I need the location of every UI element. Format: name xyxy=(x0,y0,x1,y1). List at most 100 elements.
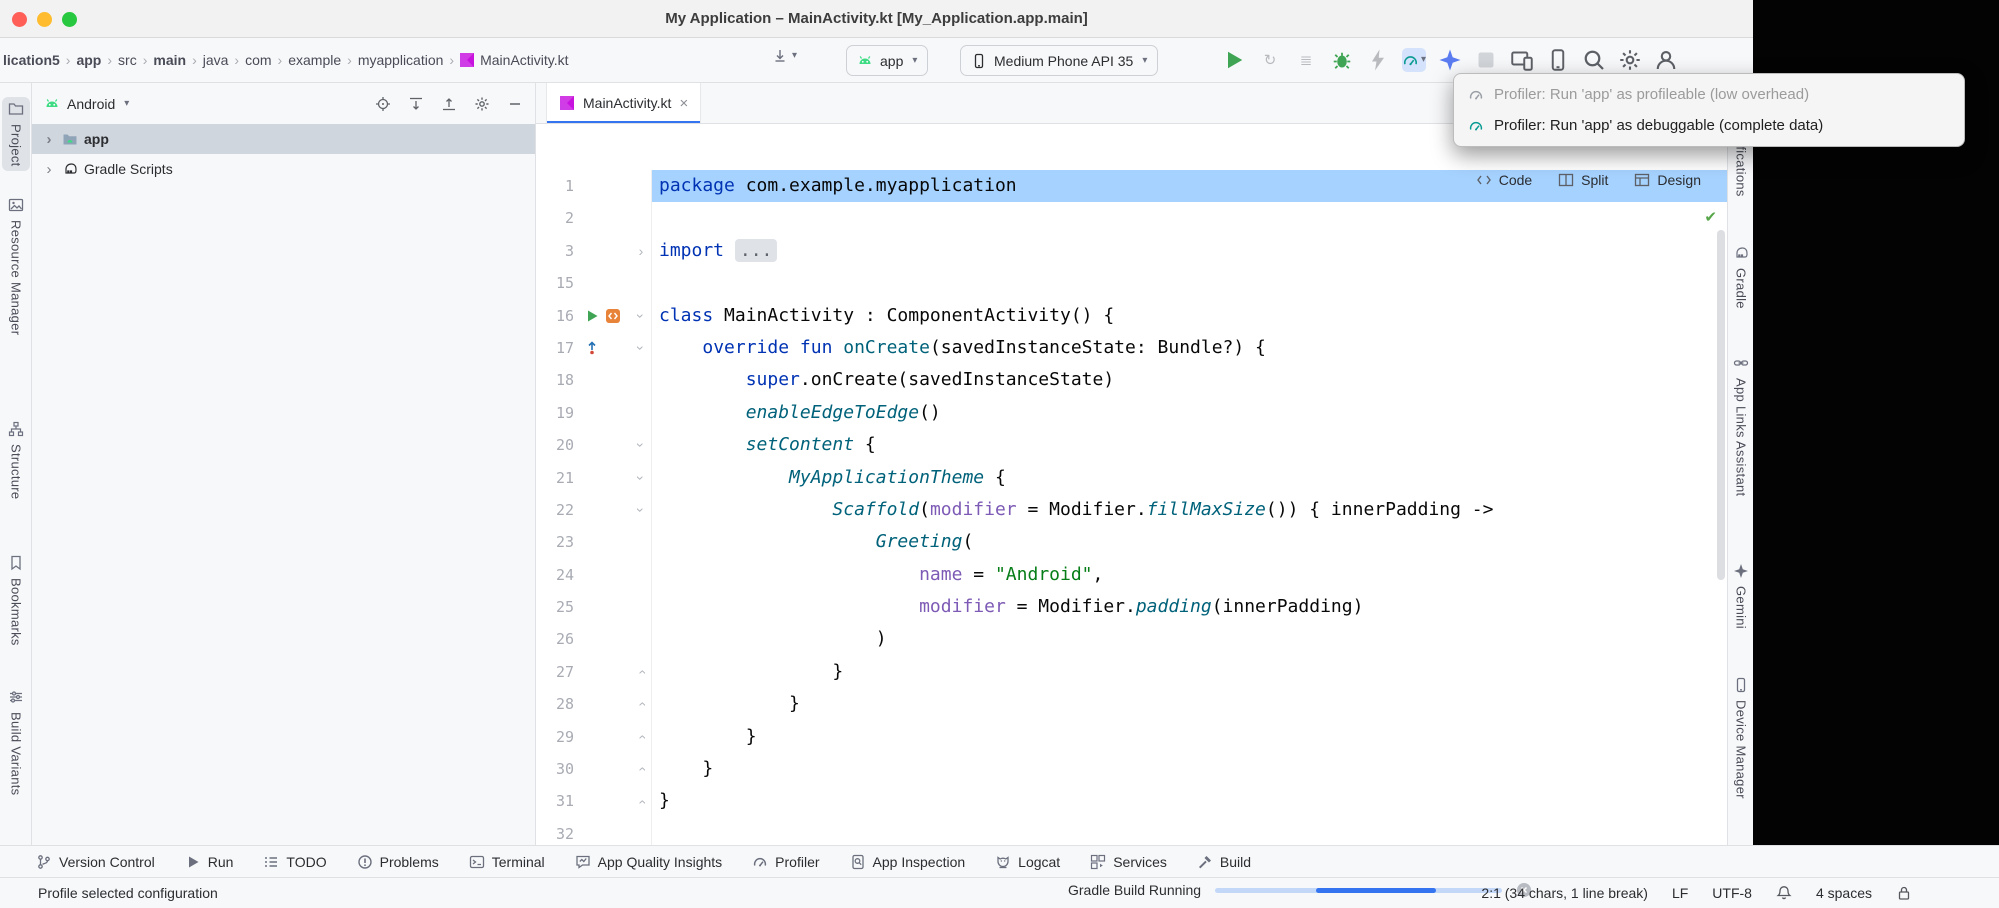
fold-marker[interactable]: › xyxy=(633,469,649,487)
code-text[interactable]: override fun onCreate(savedInstanceState… xyxy=(652,332,1727,364)
design-mode-button[interactable]: Design xyxy=(1634,172,1701,188)
editor-code[interactable]: 1package com.example.myapplication23›imp… xyxy=(536,124,1727,845)
code-line[interactable]: 30› } xyxy=(536,753,1727,785)
code-line[interactable]: 18 super.onCreate(savedInstanceState) xyxy=(536,364,1727,396)
code-text[interactable]: } xyxy=(652,721,1727,753)
activity-gutter-icon[interactable] xyxy=(605,308,621,324)
code-text[interactable]: } xyxy=(652,656,1727,688)
project-tree-item[interactable]: › app xyxy=(32,124,535,154)
code-text[interactable]: class MainActivity : ComponentActivity()… xyxy=(652,300,1727,332)
editor-scrollbar[interactable] xyxy=(1717,230,1725,580)
profiler-menu-item[interactable]: Profiler: Run 'app' as debuggable (compl… xyxy=(1454,110,1964,141)
breadcrumb-item[interactable]: lication5 xyxy=(2,52,61,68)
fold-marker[interactable]: › xyxy=(633,663,649,681)
apply-changes-button[interactable]: ↻ xyxy=(1258,48,1282,72)
code-text[interactable]: super.onCreate(savedInstanceState) xyxy=(652,364,1727,396)
toolwindow-terminal[interactable]: Terminal xyxy=(469,854,545,870)
readonly-lock-icon[interactable] xyxy=(1896,885,1912,901)
code-line[interactable]: 19 enableEdgeToEdge() xyxy=(536,397,1727,429)
toolwindow-profiler[interactable]: Profiler xyxy=(752,854,819,870)
code-mode-button[interactable]: Code xyxy=(1476,172,1532,188)
notifications-icon[interactable] xyxy=(1776,885,1792,901)
project-view-selector[interactable]: Android ▾ xyxy=(44,96,129,112)
code-text[interactable] xyxy=(652,818,1727,845)
code-line[interactable]: 3›import ... xyxy=(536,235,1727,267)
close-tab-icon[interactable]: × xyxy=(679,96,688,111)
fold-marker[interactable]: › xyxy=(633,307,649,325)
code-text[interactable]: name = "Android", xyxy=(652,559,1727,591)
breadcrumb-item[interactable]: src xyxy=(117,52,138,68)
toolwindow-run[interactable]: Run xyxy=(185,854,234,870)
settings-button[interactable] xyxy=(1618,48,1642,72)
code-line[interactable]: 29› } xyxy=(536,721,1727,753)
line-ending-widget[interactable]: LF xyxy=(1672,885,1688,901)
run-button[interactable] xyxy=(1222,48,1246,72)
code-text[interactable]: setContent { xyxy=(652,429,1727,461)
indent-widget[interactable]: 4 spaces xyxy=(1816,885,1872,901)
code-line[interactable]: 25 modifier = Modifier.padding(innerPadd… xyxy=(536,591,1727,623)
vcs-widget[interactable]: ▾ xyxy=(772,48,797,64)
profiler-menu-item[interactable]: Profiler: Run 'app' as profileable (low … xyxy=(1454,79,1964,110)
code-line[interactable]: 20› setContent { xyxy=(536,429,1727,461)
project-tree-item[interactable]: › Gradle Scripts xyxy=(32,154,535,184)
code-text[interactable]: } xyxy=(652,785,1727,817)
running-devices-button[interactable] xyxy=(1510,48,1534,72)
code-text[interactable]: } xyxy=(652,753,1727,785)
code-text[interactable]: MyApplicationTheme { xyxy=(652,462,1727,494)
code-text[interactable] xyxy=(652,202,1727,234)
fold-marker[interactable]: › xyxy=(633,793,649,811)
code-text[interactable]: enableEdgeToEdge() xyxy=(652,397,1727,429)
fold-marker[interactable]: › xyxy=(633,695,649,713)
code-line[interactable]: 2 xyxy=(536,202,1727,234)
code-text[interactable] xyxy=(652,267,1727,299)
code-line[interactable]: 26 ) xyxy=(536,623,1727,655)
toolwindow-structure[interactable]: Structure xyxy=(2,417,30,503)
toolwindow-build[interactable]: Build xyxy=(1197,854,1251,870)
code-line[interactable]: 21› MyApplicationTheme { xyxy=(536,462,1727,494)
toolwindow-app-links-assistant[interactable]: App Links Assistant xyxy=(1729,351,1753,500)
toolwindow-problems[interactable]: Problems xyxy=(357,854,439,870)
toolwindow-project[interactable]: Project xyxy=(2,97,30,171)
toolwindow-app-inspection[interactable]: App Inspection xyxy=(850,854,966,870)
split-mode-button[interactable]: Split xyxy=(1558,172,1608,188)
run-gutter-icon[interactable] xyxy=(584,308,600,324)
zoom-window-button[interactable] xyxy=(62,12,77,27)
panel-settings-button[interactable] xyxy=(474,96,490,112)
toolwindow-logcat[interactable]: Logcat xyxy=(995,854,1060,870)
toolwindow-version-control[interactable]: Version Control xyxy=(36,854,155,870)
toolwindow-device-manager[interactable]: Device Manager xyxy=(1729,673,1753,803)
code-text[interactable]: import ... xyxy=(652,235,1727,267)
tab-mainactivity[interactable]: MainActivity.kt × xyxy=(546,83,701,123)
code-line[interactable]: 17› override fun onCreate(savedInstanceS… xyxy=(536,332,1727,364)
breadcrumb-item[interactable]: java xyxy=(202,52,230,68)
toolwindow-gradle[interactable]: Gradle xyxy=(1729,241,1753,313)
minimize-window-button[interactable] xyxy=(37,12,52,27)
expand-chevron-icon[interactable]: › xyxy=(42,131,56,148)
code-line[interactable]: 28› } xyxy=(536,688,1727,720)
account-button[interactable] xyxy=(1654,48,1678,72)
apply-code-changes-button[interactable]: ≣ xyxy=(1294,48,1318,72)
fold-marker[interactable]: › xyxy=(633,436,649,454)
search-everywhere-button[interactable] xyxy=(1582,48,1606,72)
close-window-button[interactable] xyxy=(12,12,27,27)
caret-position-widget[interactable]: 2:1 (34 chars, 1 line break) xyxy=(1481,885,1648,901)
code-line[interactable]: 31›} xyxy=(536,785,1727,817)
fold-marker[interactable]: › xyxy=(633,728,649,746)
code-line[interactable]: 27› } xyxy=(536,656,1727,688)
code-text[interactable]: modifier = Modifier.padding(innerPadding… xyxy=(652,591,1727,623)
toolwindow-services[interactable]: Services xyxy=(1090,854,1167,870)
toolwindow-build-variants[interactable]: Build Variants xyxy=(2,685,30,799)
collapse-all-button[interactable] xyxy=(441,96,457,112)
breadcrumb-item[interactable]: example xyxy=(287,52,342,68)
hide-panel-button[interactable] xyxy=(507,96,523,112)
encoding-widget[interactable]: UTF-8 xyxy=(1712,885,1752,901)
expand-chevron-icon[interactable]: › xyxy=(42,161,56,178)
gemini-button[interactable] xyxy=(1438,48,1462,72)
toolwindow-bookmarks[interactable]: Bookmarks xyxy=(2,551,30,650)
device-manager-button[interactable] xyxy=(1546,48,1570,72)
toolwindow-app-quality-insights[interactable]: App Quality Insights xyxy=(575,854,723,870)
breadcrumb-item[interactable]: myapplication xyxy=(357,52,445,68)
breadcrumb-item[interactable]: MainActivity.kt xyxy=(479,52,569,68)
run-configuration-selector[interactable]: app ▾ xyxy=(846,45,928,76)
fold-marker[interactable]: › xyxy=(633,339,649,357)
